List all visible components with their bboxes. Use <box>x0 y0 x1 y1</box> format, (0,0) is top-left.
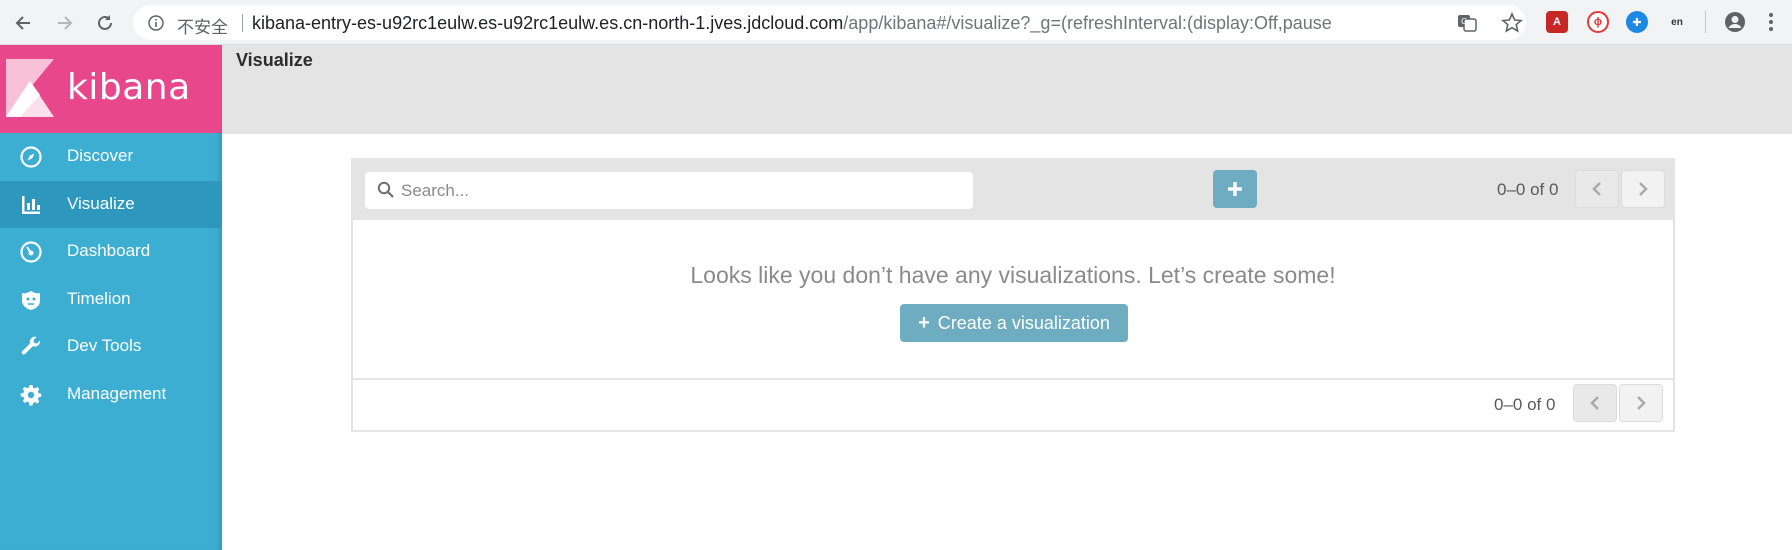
insecure-label: 不安全 <box>177 18 228 38</box>
footer-next-page-button[interactable] <box>1619 384 1663 422</box>
sidebar-item-management[interactable]: Management <box>0 371 222 419</box>
wrench-icon <box>20 336 42 358</box>
empty-state <box>353 220 1673 380</box>
sidebar-item-timelion[interactable]: Timelion <box>0 276 222 324</box>
sidebar-item-label: Discover <box>67 146 134 165</box>
flash-extension-icon[interactable]: ϕ <box>1587 11 1609 33</box>
sidebar-item-visualize[interactable]: Visualize <box>0 180 222 228</box>
gear-icon <box>20 384 42 406</box>
next-page-button[interactable] <box>1621 170 1665 208</box>
timelion-icon <box>20 289 42 311</box>
info-icon[interactable] <box>147 14 165 32</box>
search-icon <box>377 181 394 198</box>
kibana-logo-icon <box>6 59 54 117</box>
kibana-logo[interactable]: kibana <box>0 45 222 133</box>
bookmark-star-icon[interactable] <box>1501 12 1523 34</box>
sync-extension-icon[interactable]: ✚ <box>1626 11 1648 33</box>
forward-button[interactable] <box>52 10 78 36</box>
address-bar[interactable]: 不安全 kibana-entry-es-u92rc1eulw.es-u92rc1… <box>133 5 1526 40</box>
profile-avatar-icon[interactable] <box>1724 11 1746 33</box>
chevron-right-icon <box>1637 396 1646 410</box>
create-visualization-label: Create a visualization <box>937 312 1110 333</box>
footer-pager-count: 0–0 of 0 <box>1494 395 1556 414</box>
url-text[interactable]: kibana-entry-es-u92rc1eulw.es-u92rc1eulw… <box>252 13 1332 34</box>
chevron-right-icon <box>1639 182 1648 196</box>
url-path: /app/kibana#/visualize?_g=(refreshInterv… <box>843 13 1332 33</box>
menu-kebab-icon[interactable] <box>1760 11 1782 33</box>
pdf-extension-icon[interactable]: A <box>1546 11 1568 33</box>
sidebar-nav: Discover Visualize Dashboard Timelion De… <box>0 133 222 418</box>
sidebar-item-discover[interactable]: Discover <box>0 133 222 181</box>
footer-prev-page-button[interactable] <box>1573 384 1617 422</box>
search-input[interactable] <box>401 176 961 205</box>
plus-icon: + <box>918 311 930 334</box>
sidebar-item-label: Dev Tools <box>67 336 142 355</box>
sidebar-item-dashboard[interactable]: Dashboard <box>0 228 222 276</box>
gauge-icon <box>20 241 42 263</box>
sidebar-item-dev-tools[interactable]: Dev Tools <box>0 323 222 371</box>
chevron-left-icon <box>1592 182 1601 196</box>
url-host: kibana-entry-es-u92rc1eulw.es-u92rc1eulw… <box>252 13 844 33</box>
page-header: Visualize <box>222 45 1792 134</box>
forward-arrow-icon <box>58 16 73 30</box>
kibana-logo-text: kibana <box>67 67 191 108</box>
sidebar-item-label: Visualize <box>67 193 135 213</box>
visualizations-toolbar: 0–0 of 0 <box>353 160 1673 220</box>
toolbar-divider <box>1705 11 1706 33</box>
create-visualization-button[interactable]: + Create a visualization <box>900 304 1128 342</box>
browser-toolbar: 不安全 kibana-entry-es-u92rc1eulw.es-u92rc1… <box>0 0 1792 45</box>
sidebar-item-label: Dashboard <box>67 241 151 260</box>
page-title: Visualize <box>236 50 313 70</box>
translate-extension-icon[interactable]: en <box>1666 11 1688 33</box>
back-button[interactable] <box>10 10 36 36</box>
reload-button[interactable] <box>92 10 118 36</box>
search-box[interactable] <box>365 172 973 209</box>
sidebar-item-label: Management <box>67 383 167 403</box>
add-visualization-button[interactable] <box>1213 170 1257 208</box>
empty-state-message: Looks like you don’t have any visualizat… <box>690 262 1336 288</box>
back-arrow-icon <box>15 16 30 30</box>
bar-chart-icon <box>20 194 42 216</box>
address-divider <box>242 14 243 32</box>
sidebar-item-label: Timelion <box>67 288 131 308</box>
reload-icon <box>98 15 112 30</box>
visualizations-panel: 0–0 of 0 Looks like you don’t have any v… <box>351 158 1675 432</box>
translate-icon[interactable]: G <box>1457 13 1477 33</box>
chevron-left-icon <box>1590 396 1599 410</box>
plus-icon <box>1228 182 1242 196</box>
prev-page-button[interactable] <box>1575 170 1619 208</box>
svg-text:G: G <box>1461 17 1467 26</box>
pager-count: 0–0 of 0 <box>1497 180 1559 199</box>
kibana-sidebar: kibana Discover Visualize Dashboard Time… <box>0 45 222 550</box>
compass-icon <box>20 146 42 168</box>
